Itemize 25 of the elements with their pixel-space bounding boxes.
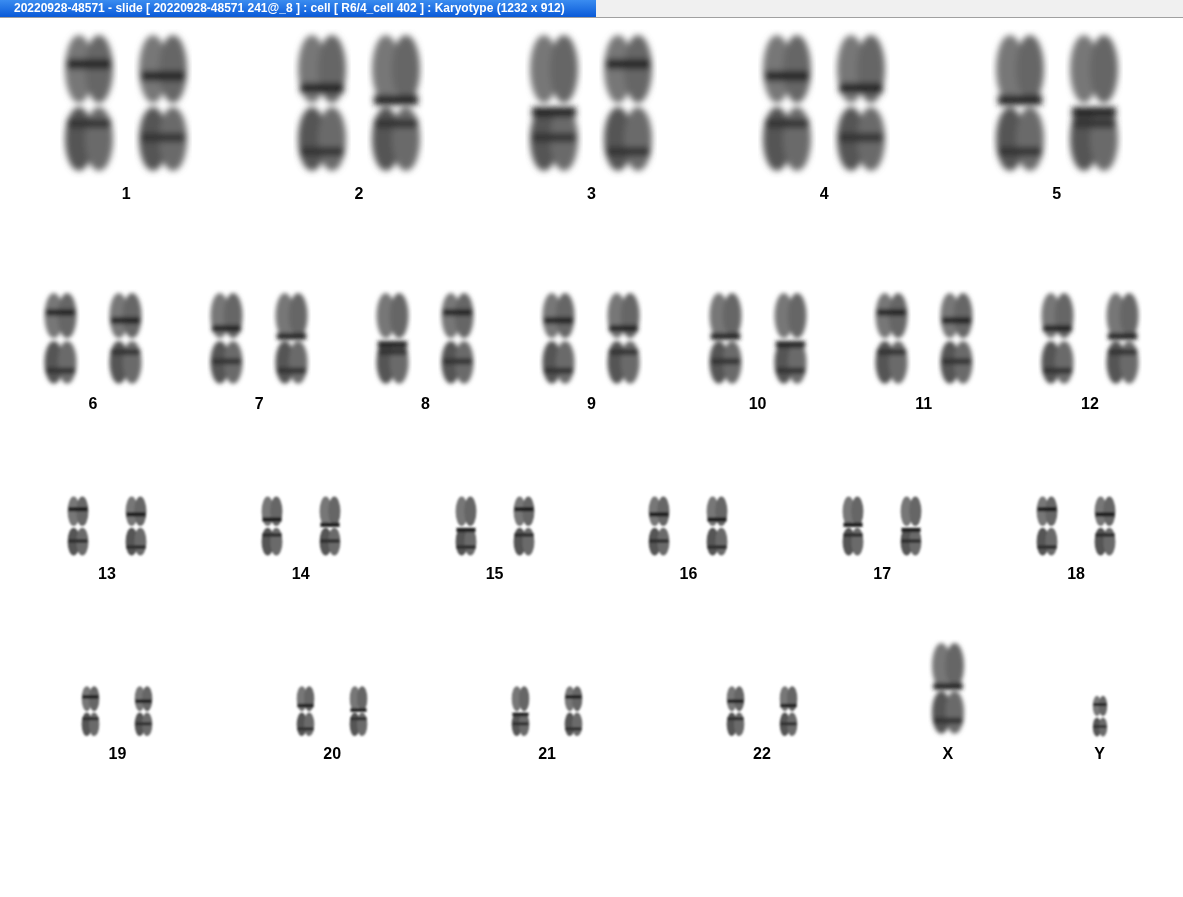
chromosome-label: 20 [323,745,342,763]
chromosome-label: 7 [254,395,264,413]
window-title: 20220928-48571 - slide [ 20220928-48571 241@_8 ] : cell [ R6/4_cell 402 ] : Karyotype (1232 x 912) [0,0,596,17]
chromosome-label: 8 [420,395,430,413]
chromosome-label: 5 [1052,185,1062,203]
chromosome-label: 15 [485,565,504,583]
chromosome-label: 13 [98,565,116,583]
chromosome-label: 3 [587,185,596,203]
chromosome-label: X [942,745,954,763]
chromosome-label: 18 [1067,565,1085,583]
chromosome-label: 10 [748,395,767,413]
chromosome-label: 11 [915,395,933,413]
chromosome-label: 6 [88,395,98,413]
chromosome-label: 19 [108,745,127,763]
chromosome-label: 17 [873,565,892,583]
chromosome-label: 1 [121,185,131,203]
chromosome-label: Y [1094,745,1105,763]
chromosome-label: 22 [753,745,771,763]
chromosome-label: 12 [1081,395,1099,413]
chromosome-label: 21 [538,745,556,763]
chromosome-label: 9 [587,395,596,413]
chromosome-label: 16 [679,565,698,583]
chromosome-label: 14 [291,565,310,583]
chromosome-label: 4 [819,185,829,203]
chromosome-label: 2 [354,185,364,203]
